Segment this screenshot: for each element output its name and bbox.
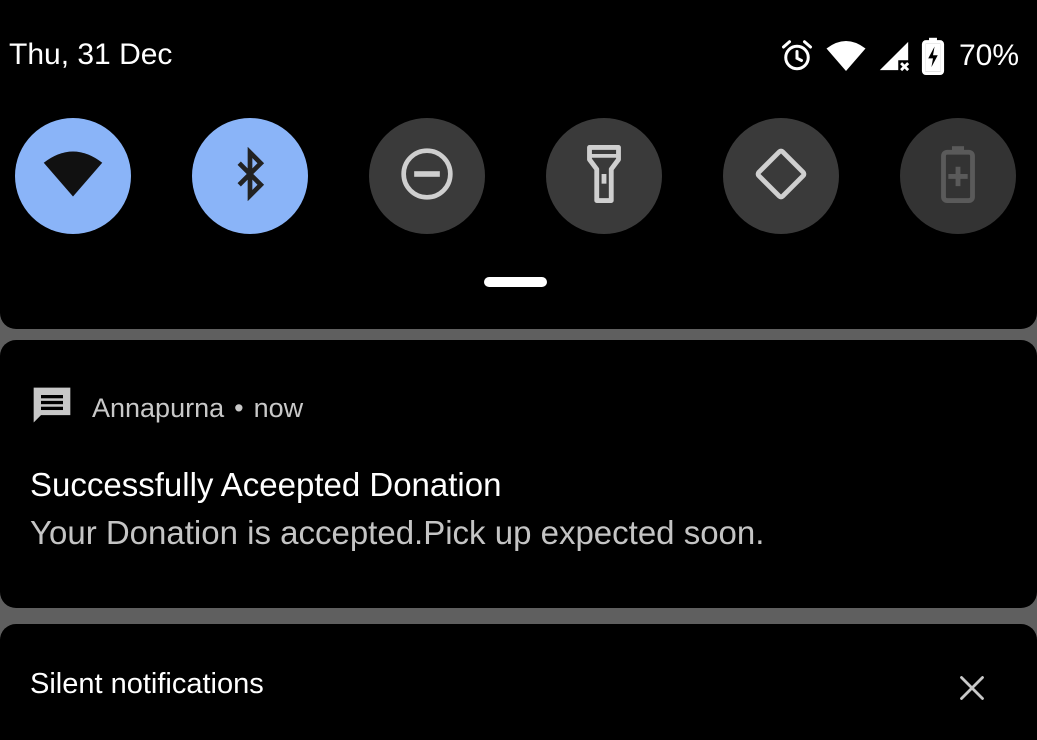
notification-title: Successfully Aceepted Donation xyxy=(30,466,502,503)
battery-charging-icon xyxy=(921,37,945,75)
tile-bluetooth[interactable] xyxy=(192,118,308,234)
silent-notifications-title: Silent notifications xyxy=(30,668,264,700)
notification-time: now xyxy=(253,392,304,423)
quick-settings-tiles xyxy=(15,118,1017,234)
battery-saver-icon xyxy=(941,145,975,207)
notification-meta: Annapurna • now xyxy=(92,393,303,424)
shade-drag-handle[interactable] xyxy=(484,277,547,287)
status-date: Thu, 31 Dec xyxy=(9,38,173,71)
notification-app-name: Annapurna xyxy=(92,392,225,423)
alarm-icon xyxy=(779,38,815,74)
message-icon xyxy=(30,384,74,432)
tile-wifi[interactable] xyxy=(15,118,131,234)
quick-settings-panel: Thu, 31 Dec 70% xyxy=(0,0,1037,329)
status-bar: Thu, 31 Dec 70% xyxy=(0,0,1037,110)
do-not-disturb-icon xyxy=(399,146,455,206)
close-icon[interactable] xyxy=(952,668,992,708)
wifi-icon xyxy=(825,38,867,74)
tile-battery-saver[interactable] xyxy=(900,118,1016,234)
battery-percent: 70% xyxy=(958,39,1019,72)
notification-separator: • xyxy=(234,392,244,423)
tile-flashlight[interactable] xyxy=(546,118,662,234)
tile-do-not-disturb[interactable] xyxy=(369,118,485,234)
auto-rotate-icon xyxy=(752,145,810,207)
cell-signal-no-data-icon xyxy=(877,38,911,74)
status-icons: 70% xyxy=(779,34,1019,78)
notification-header: Annapurna • now xyxy=(30,386,303,430)
flashlight-icon xyxy=(584,145,624,207)
bluetooth-icon xyxy=(228,146,272,205)
wifi-icon xyxy=(41,147,105,205)
notification-body: Your Donation is accepted.Pick up expect… xyxy=(30,514,765,551)
notification-shade-screen: Thu, 31 Dec 70% Annapurna • now Successf… xyxy=(0,0,1037,740)
tile-auto-rotate[interactable] xyxy=(723,118,839,234)
